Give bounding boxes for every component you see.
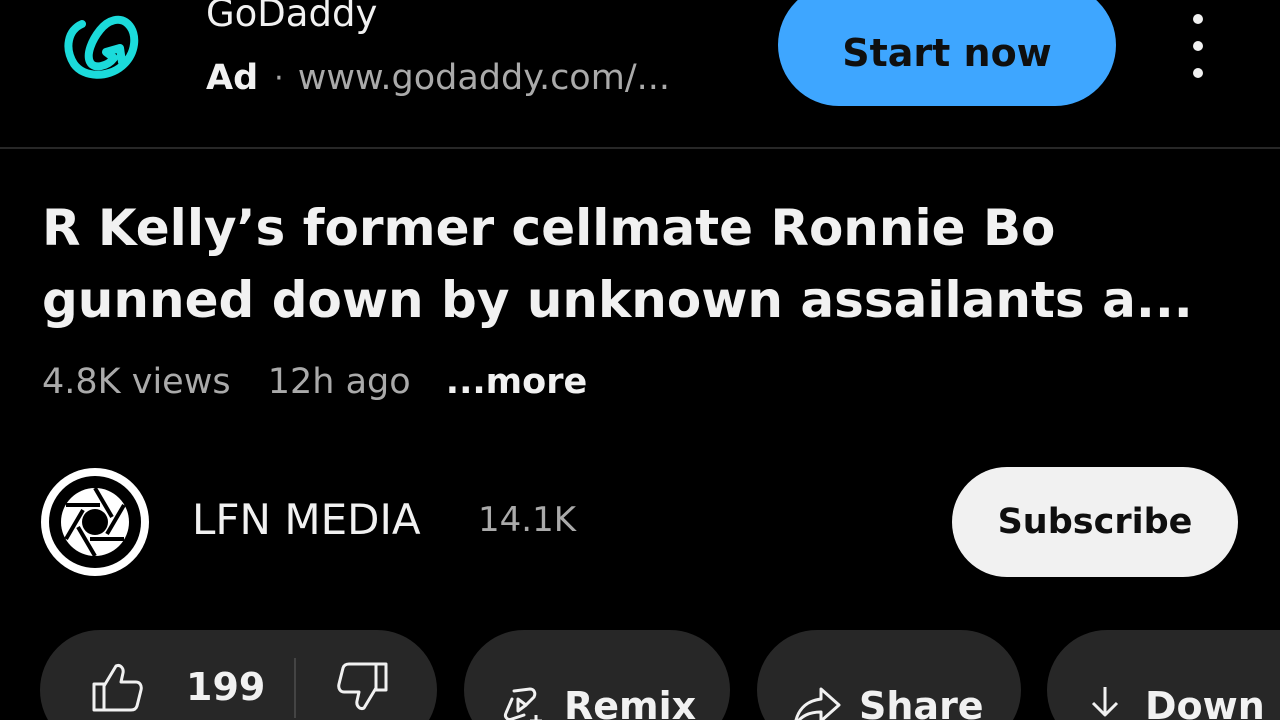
start-now-button[interactable]: Start now — [778, 0, 1116, 106]
channel-avatar[interactable] — [40, 467, 150, 577]
subscribe-button[interactable]: Subscribe — [952, 467, 1238, 577]
channel-name[interactable]: LFN MEDIA — [192, 495, 421, 544]
video-meta: 4.8K views 12h ago ...more — [42, 362, 587, 402]
share-label: Share — [859, 684, 984, 720]
like-count: 199 — [186, 665, 266, 709]
like-button[interactable]: 199 — [90, 660, 265, 714]
video-watch-page: GoDaddy Ad · www.godaddy.com/... Start n… — [0, 0, 1280, 720]
download-label: Down — [1145, 684, 1265, 720]
share-arrow-icon — [794, 687, 841, 720]
ad-meta: Ad · www.godaddy.com/... — [206, 58, 670, 98]
godaddy-logo-icon[interactable] — [62, 12, 142, 82]
subscriber-count: 14.1K — [478, 500, 576, 540]
video-title-line-1: R Kelly’s former cellmate Ronnie Bo — [42, 199, 1056, 257]
more-link[interactable]: ...more — [446, 362, 587, 402]
upload-age: 12h ago — [267, 362, 411, 402]
more-vertical-icon[interactable] — [1176, 14, 1220, 78]
video-title[interactable]: R Kelly’s former cellmate Ronnie Bo gunn… — [42, 192, 1252, 336]
ad-url[interactable]: www.godaddy.com/... — [298, 58, 670, 98]
remix-button[interactable]: Remix — [464, 630, 730, 720]
camera-aperture-icon — [41, 468, 149, 576]
download-button[interactable]: Down — [1047, 630, 1280, 720]
like-dislike-chip: 199 — [40, 630, 437, 720]
ad-separator: · — [274, 60, 284, 96]
ad-advertiser-name[interactable]: GoDaddy — [206, 0, 377, 35]
divider — [0, 147, 1280, 149]
thumbs-up-icon — [92, 664, 143, 712]
remix-label: Remix — [564, 684, 697, 720]
view-count: 4.8K views — [42, 362, 231, 402]
ad-badge: Ad — [206, 58, 259, 98]
share-button[interactable]: Share — [757, 630, 1021, 720]
download-icon — [1091, 687, 1119, 717]
like-separator — [294, 658, 296, 718]
dislike-button[interactable] — [336, 660, 390, 714]
remix-icon — [504, 687, 542, 720]
thumbs-down-icon — [337, 662, 388, 710]
video-title-line-2: gunned down by unknown assailants a... — [42, 271, 1193, 329]
